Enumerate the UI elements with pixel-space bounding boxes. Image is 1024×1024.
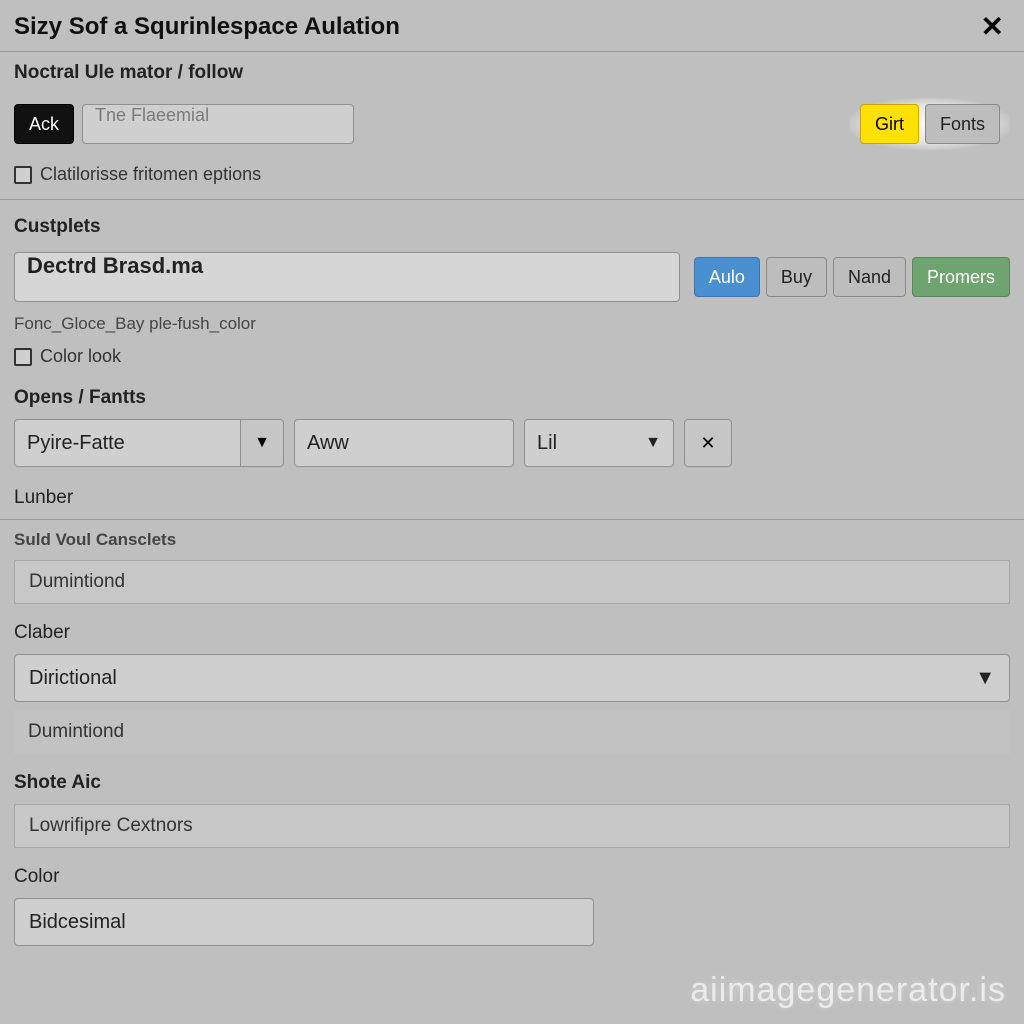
shote-label: Shote Aic: [0, 762, 1024, 800]
dialog-root: Sizy Sof a Squrinlespace Aulation ✕ Noct…: [0, 0, 1024, 1024]
color-label: Color: [0, 856, 1024, 894]
claber-select[interactable]: Dirictional ▼: [14, 654, 1010, 702]
dialog-title: Sizy Sof a Squrinlespace Aulation: [14, 13, 400, 41]
lunber-sublabel: Suld Voul Cansclets: [0, 526, 1024, 556]
options-checkbox-label: Clatilorisse fritomen eptions: [40, 164, 261, 185]
chevron-down-icon[interactable]: ▼: [240, 419, 284, 467]
opens-label: Opens / Fantts: [0, 377, 1024, 415]
close-icon[interactable]: ✕: [975, 10, 1010, 43]
custplets-label: Custplets: [0, 206, 1024, 244]
girt-button[interactable]: Girt: [860, 104, 919, 144]
ack-button[interactable]: Ack: [14, 104, 74, 144]
custplets-buttons: Aulo Buy Nand Promers: [694, 257, 1010, 297]
shote-field[interactable]: Lowrifipre Cextnors: [14, 804, 1010, 848]
chevron-down-icon: ▼: [645, 434, 661, 452]
options-checkbox-row: Clatilorisse fritomen eptions: [0, 158, 1024, 195]
clear-icon[interactable]: ✕: [684, 419, 732, 467]
auto-button[interactable]: Aulo: [694, 257, 760, 297]
divider: [0, 199, 1024, 200]
claber-select-value: Dirictional: [29, 667, 117, 690]
opens-select-3-value: Lil: [537, 432, 557, 455]
opens-select-1[interactable]: Pyire-Fatte: [14, 419, 241, 467]
opens-select-3[interactable]: Lil ▼: [524, 419, 674, 467]
color-select[interactable]: Bidcesimal: [14, 898, 594, 946]
chevron-down-icon: ▼: [975, 667, 995, 690]
fonts-button[interactable]: Fonts: [925, 104, 1000, 144]
highlighted-buttons: Girt Fonts: [850, 98, 1010, 150]
buy-button[interactable]: Buy: [766, 257, 827, 297]
claber-label: Claber: [0, 612, 1024, 650]
lunber-field[interactable]: Dumintiond: [14, 560, 1010, 604]
watermark: aiimagegenerator.is: [690, 971, 1006, 1010]
lunber-label: Lunber: [0, 477, 1024, 515]
divider: [0, 519, 1024, 520]
custplets-sublabel: Fonc_Gloce_Bay ple-fush_color: [0, 310, 1024, 340]
custplets-input[interactable]: Dectrd Brasd.ma: [14, 252, 680, 302]
options-checkbox[interactable]: [14, 166, 32, 184]
color-select-value: Bidcesimal: [29, 911, 126, 934]
opens-select-1-value: Pyire-Fatte: [27, 432, 125, 455]
claber-readonly: Dumintiond: [14, 710, 1010, 754]
opens-selects: Pyire-Fatte ▼ Aww Lil ▼ ✕: [0, 415, 1024, 477]
nand-button[interactable]: Nand: [833, 257, 906, 297]
opens-select-2-value: Aww: [307, 432, 349, 455]
opens-select-2[interactable]: Aww: [294, 419, 514, 467]
promers-button[interactable]: Promers: [912, 257, 1010, 297]
colorlook-checkbox[interactable]: [14, 348, 32, 366]
breadcrumb: Noctral Ule mator / follow: [0, 52, 1024, 90]
top-input[interactable]: Tne Flaeemial: [82, 104, 354, 144]
colorlook-label: Color look: [40, 346, 121, 367]
titlebar: Sizy Sof a Squrinlespace Aulation ✕: [0, 0, 1024, 52]
top-row: Ack Tne Flaeemial Girt Fonts: [0, 90, 1024, 158]
colorlook-row: Color look: [0, 340, 1024, 377]
